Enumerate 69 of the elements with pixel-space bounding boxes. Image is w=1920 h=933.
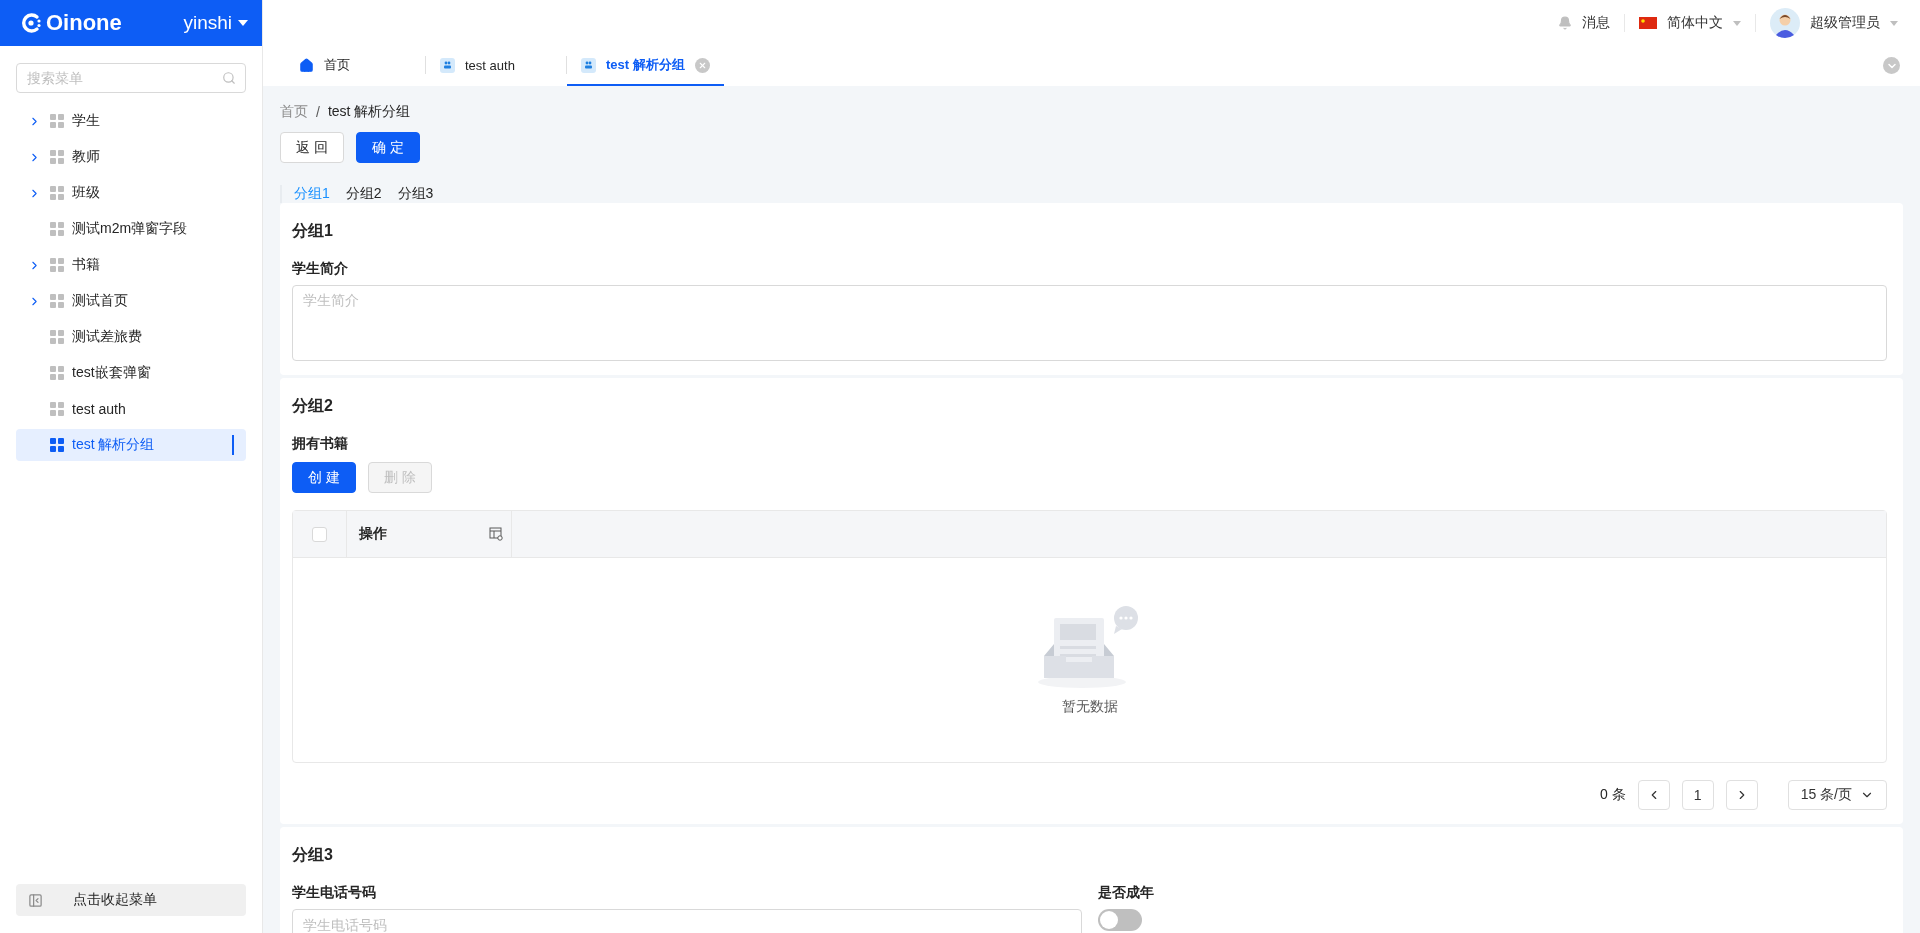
page-tab[interactable]: test auth [426, 46, 566, 86]
page-icon [440, 57, 455, 73]
bell-icon [1558, 16, 1572, 30]
toggle-switch[interactable] [1097, 909, 1142, 931]
page-icon [581, 57, 596, 73]
textarea-field[interactable]: 学生简介 [292, 285, 1887, 361]
home-icon [299, 57, 314, 73]
page-number-button[interactable]: 1 [1681, 780, 1714, 810]
next-page-button[interactable] [1725, 780, 1758, 810]
notifications-button[interactable]: 消息 [1558, 14, 1610, 32]
select-all-checkbox[interactable] [312, 526, 327, 542]
back-button[interactable]: 返 回 [280, 132, 344, 163]
field-label: 学生电话号码 [292, 883, 377, 902]
sidebar-collapse-icon [28, 892, 43, 908]
menu-item[interactable]: test 解析分组 [16, 429, 246, 461]
breadcrumb-separator: / [316, 104, 320, 120]
logo-icon [20, 12, 42, 34]
menu-item[interactable]: 学生 [16, 105, 246, 137]
menu-item[interactable]: test嵌套弹窗 [16, 357, 246, 389]
menu-item[interactable]: 测试差旅费 [16, 321, 246, 353]
grid-icon [50, 330, 64, 344]
column-header: 操作 [359, 525, 387, 543]
caret-down-icon [1890, 20, 1898, 26]
column-settings-icon[interactable] [489, 527, 503, 541]
menu-item[interactable]: 教师 [16, 141, 246, 173]
chevron-down-icon[interactable] [1883, 57, 1900, 74]
group-title: 分组2 [292, 396, 334, 416]
collapse-menu-button[interactable]: 点击收起菜单 [16, 884, 246, 916]
confirm-button[interactable]: 确 定 [355, 132, 420, 163]
menu-item[interactable]: 书籍 [16, 249, 246, 281]
menu-item[interactable]: 测试首页 [16, 285, 246, 317]
grid-icon [50, 258, 64, 272]
grid-icon [50, 438, 64, 452]
grid-icon [50, 402, 64, 416]
user-menu[interactable]: 超级管理员 [1770, 8, 1898, 38]
create-button[interactable]: 创 建 [292, 462, 356, 493]
group-title: 分组3 [292, 845, 334, 865]
total-count: 0 条 [1599, 786, 1626, 804]
grid-icon [50, 186, 64, 200]
field-label: 拥有书籍 [292, 434, 349, 453]
page-tab[interactable]: 首页 [285, 46, 425, 86]
language-select[interactable]: 简体中文 [1639, 14, 1741, 32]
grid-icon [50, 294, 64, 308]
grid-icon [50, 222, 64, 236]
input-field[interactable]: 学生电话号码 [292, 909, 1082, 933]
grid-icon [50, 366, 64, 380]
field-label: 学生简介 [292, 259, 349, 278]
menu-item[interactable]: 测试m2m弹窗字段 [16, 213, 246, 245]
menu-item[interactable]: test auth [16, 393, 246, 425]
group-tab[interactable]: 分组3 [397, 185, 434, 203]
field-label: 是否成年 [1097, 883, 1155, 902]
grid-icon [50, 114, 64, 128]
breadcrumb-current: test 解析分组 [327, 103, 411, 121]
caret-down-icon [1733, 20, 1741, 26]
previous-page-button[interactable] [1637, 780, 1670, 810]
page-size-select[interactable]: 15 条/页 [1787, 780, 1887, 810]
avatar-icon [1770, 8, 1800, 38]
group-tab[interactable]: 分组2 [345, 185, 382, 203]
brand-name: Oinone [46, 10, 122, 36]
workspace-switcher[interactable]: yinshi [183, 12, 248, 34]
menu-item[interactable]: 班级 [16, 177, 246, 209]
menu-search-field[interactable]: 搜索菜单 [16, 63, 246, 93]
group-title: 分组1 [292, 221, 334, 241]
grid-icon [50, 150, 64, 164]
caret-down-icon [238, 20, 248, 26]
flag-icon [1639, 17, 1657, 29]
empty-text: 暂无数据 [1061, 698, 1118, 716]
search-icon[interactable] [222, 71, 236, 85]
close-icon[interactable] [694, 57, 710, 73]
